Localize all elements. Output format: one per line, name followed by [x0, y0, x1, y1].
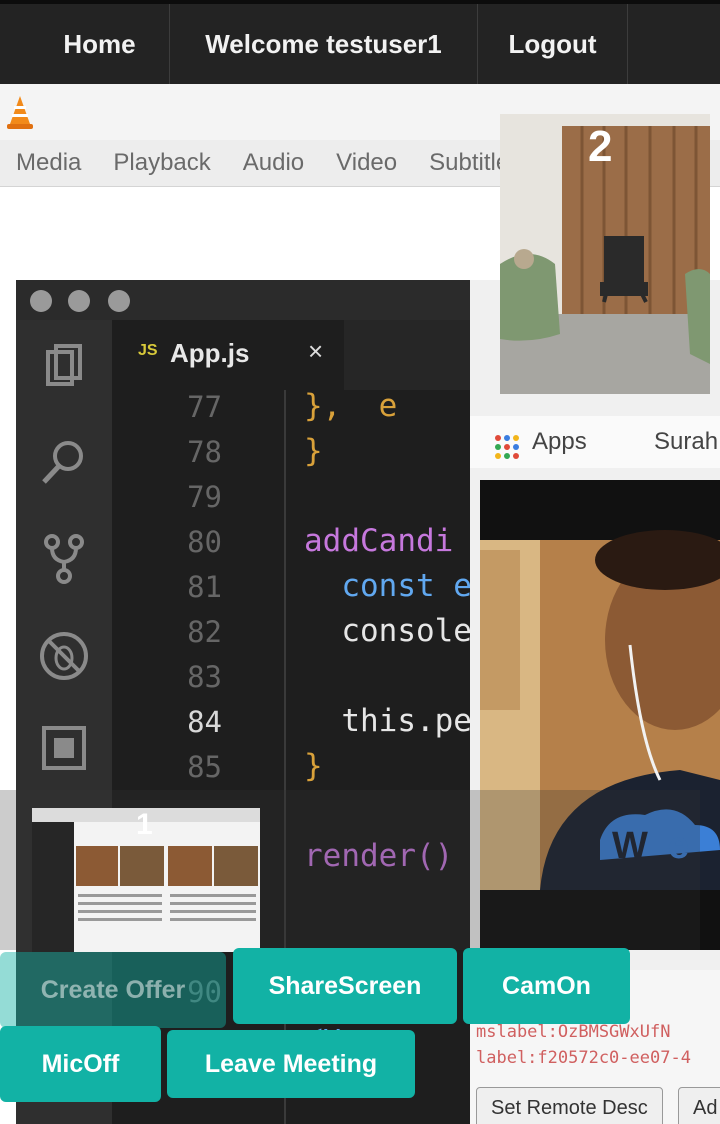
line-number: 84 [187, 705, 222, 739]
remote-camera-video: 2 [500, 114, 710, 394]
vlc-menu-playback: Playback [113, 149, 211, 176]
search-icon [42, 441, 83, 484]
line-number: 83 [187, 660, 222, 694]
js-file-icon: JS [138, 342, 158, 359]
local-preview-label: 1 [136, 808, 153, 841]
line-number: 79 [187, 480, 222, 514]
vlc-menu-media: Media [16, 149, 82, 176]
set-remote-desc-button: Set Remote Desc [476, 1087, 663, 1124]
editor-tab-app-js: JS App.js × [112, 320, 344, 390]
code-line: this.pe [304, 703, 472, 739]
line-number: 82 [187, 615, 222, 649]
extensions-icon [42, 726, 86, 770]
files-icon [46, 344, 82, 386]
share-screen-button[interactable]: ShareScreen [233, 948, 457, 1024]
debug-icon [40, 632, 88, 680]
remote-camera-label: 2 [588, 122, 613, 171]
nav-logout-link[interactable]: Logout [478, 4, 628, 84]
editor-tab-label: App.js [170, 338, 250, 368]
line-number: 77 [187, 390, 222, 424]
line-number: 85 [187, 750, 222, 784]
bookmark-apps: Apps [532, 428, 587, 455]
nav-welcome-text: Welcome testuser1 [170, 4, 478, 84]
code-line: } [304, 433, 323, 469]
leave-meeting-button[interactable]: Leave Meeting [167, 1030, 415, 1098]
local-screen-preview: 1 [32, 808, 260, 952]
code-line: console [304, 613, 472, 649]
apps-grid-icon [495, 435, 519, 459]
bookmark-surah: Surah [654, 428, 719, 455]
editor-title-bar [16, 280, 472, 320]
code-line: }, e [304, 388, 398, 424]
line-number: 78 [187, 435, 222, 469]
code-line: const e [304, 568, 472, 604]
window-dot-close [30, 290, 52, 312]
add-button-partial: Ad [678, 1087, 720, 1124]
source-control-icon [44, 534, 84, 584]
window-dot-maximize [108, 290, 130, 312]
vlc-menu-audio: Audio [242, 149, 305, 176]
editor-tab-bar: JS App.js × [112, 320, 472, 390]
line-number: 81 [187, 570, 222, 604]
nav-home-link[interactable]: Home [30, 4, 170, 84]
vlc-cone-icon [7, 96, 33, 129]
tab-close-icon: × [308, 336, 324, 366]
debug-line-1: mslabel:OzBMSGWxUfN [476, 1022, 671, 1042]
top-navigation: Home Welcome testuser1 Logout [0, 0, 720, 84]
code-line: addCandi [304, 523, 454, 559]
cam-on-button[interactable]: CamOn [463, 948, 630, 1024]
vlc-menu-subtitle: Subtitle [429, 149, 510, 176]
bookmarks-bar: Apps Surah [470, 416, 720, 468]
mic-off-button[interactable]: MicOff [0, 1026, 161, 1102]
vlc-menu-video: Video [336, 149, 398, 176]
debug-line-2: label:f20572c0-ee07-4 [476, 1048, 691, 1068]
code-line: } [304, 748, 323, 784]
create-offer-button[interactable]: Create Offer [0, 952, 226, 1028]
window-dot-minimize [68, 290, 90, 312]
line-number: 80 [187, 525, 222, 559]
